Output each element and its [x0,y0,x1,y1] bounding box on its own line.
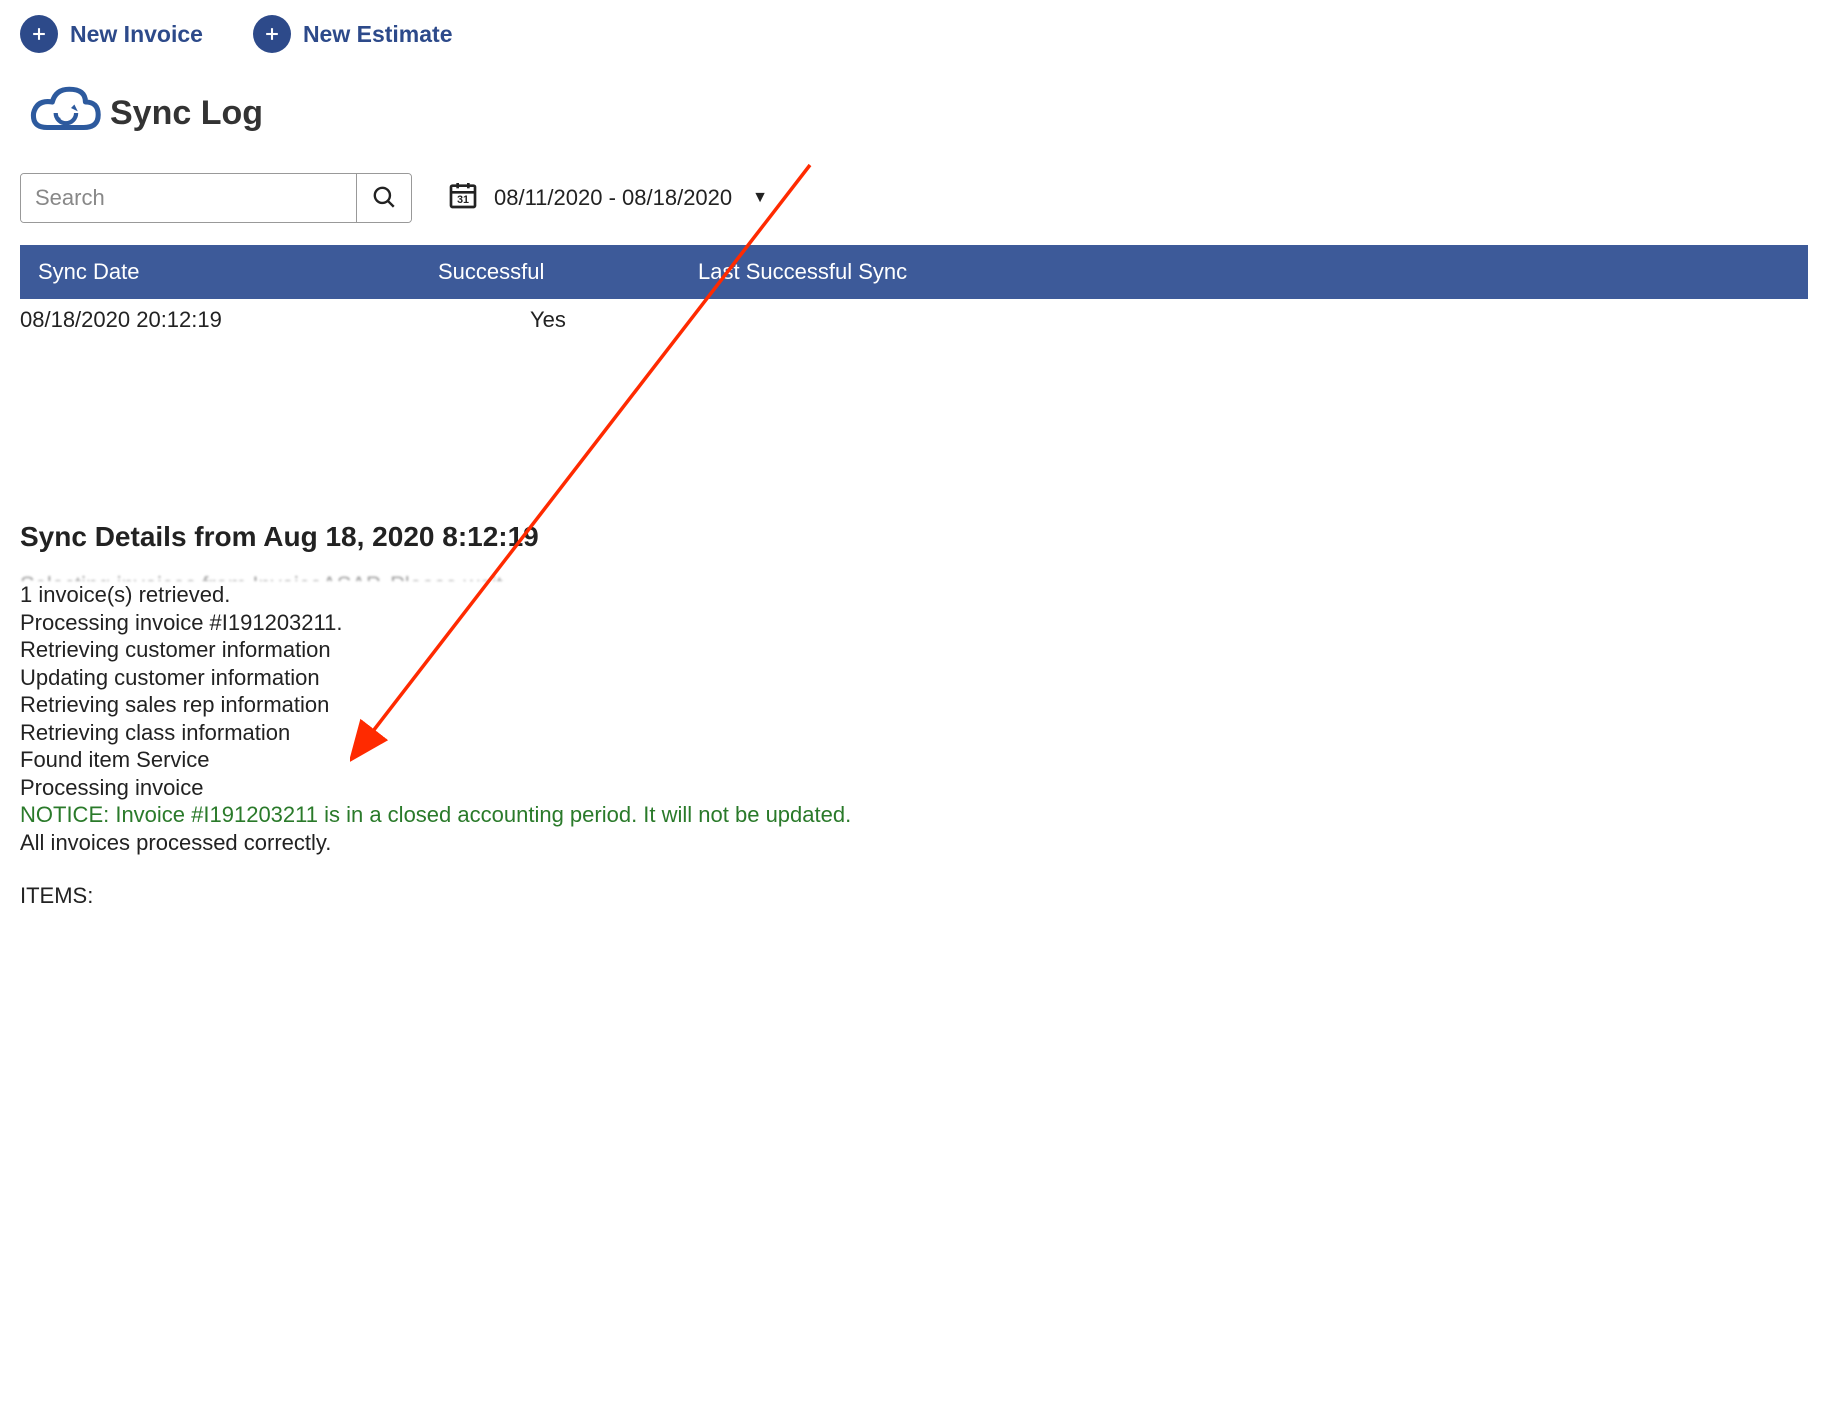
plus-icon [253,15,291,53]
search-icon [371,184,397,213]
table-header: Sync Date Successful Last Successful Syn… [20,245,1808,299]
col-header-sync-date: Sync Date [38,259,438,285]
top-actions-bar: New Invoice New Estimate [20,15,1808,53]
cell-sync-date: 08/18/2020 20:12:19 [20,307,420,333]
cell-last-successful [680,307,1808,333]
sync-details-title: Sync Details from Aug 18, 2020 8:12:19 [20,521,1808,553]
calendar-icon: 31 [447,179,479,217]
new-estimate-button[interactable]: New Estimate [253,15,453,53]
log-line: Retrieving customer information [20,636,1808,664]
chevron-down-icon: ▼ [752,189,768,207]
search-container [20,173,412,223]
sync-log-output: Selecting invoices from InvoiceASAP. Ple… [20,571,1808,910]
page-header: Sync Log [20,78,1808,148]
new-estimate-label: New Estimate [303,21,453,48]
log-line: Selecting invoices from InvoiceASAP. Ple… [20,571,1808,581]
new-invoice-label: New Invoice [70,21,203,48]
filter-row: 31 08/11/2020 - 08/18/2020 ▼ [20,173,1808,223]
log-line: 1 invoice(s) retrieved. [20,581,1808,609]
log-line: Retrieving class information [20,719,1808,747]
date-range-label: 08/11/2020 - 08/18/2020 [494,185,732,211]
cloud-sync-icon [20,78,105,148]
log-line: Retrieving sales rep information [20,691,1808,719]
cell-successful: Yes [420,307,680,333]
log-line: Processing invoice [20,774,1808,802]
col-header-successful: Successful [438,259,698,285]
log-line: Processing invoice #I191203211. [20,609,1808,637]
col-header-last-successful: Last Successful Sync [698,259,1790,285]
table-row[interactable]: 08/18/2020 20:12:19 Yes [20,299,1808,341]
plus-icon [20,15,58,53]
log-line: All invoices processed correctly. [20,829,1808,857]
date-range-picker[interactable]: 31 08/11/2020 - 08/18/2020 ▼ [447,179,768,217]
log-line-notice: NOTICE: Invoice #I191203211 is in a clos… [20,801,1808,829]
page-title: Sync Log [110,94,263,133]
svg-text:31: 31 [457,194,469,206]
new-invoice-button[interactable]: New Invoice [20,15,203,53]
search-input[interactable] [21,174,356,222]
log-line: Updating customer information [20,664,1808,692]
log-line-items-header: ITEMS: [20,882,1808,910]
log-line: Found item Service [20,746,1808,774]
search-button[interactable] [356,174,411,222]
